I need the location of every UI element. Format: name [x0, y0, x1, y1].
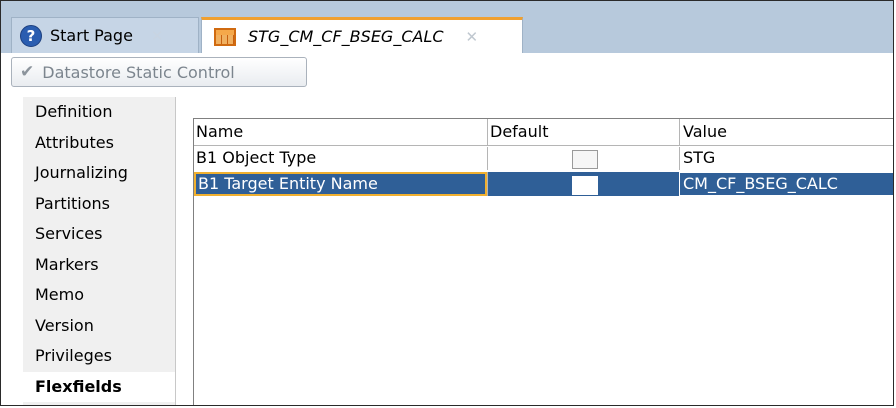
sidebar-item-markers[interactable]: Markers — [23, 250, 175, 281]
tab-label: Start Page — [50, 26, 133, 45]
tab-strip: ? Start Page ✕ STG_CM_CF_BSEG_CALC ✕ — [1, 1, 893, 54]
default-checkbox[interactable] — [572, 176, 598, 195]
help-icon: ? — [20, 24, 42, 47]
table-row-selected[interactable]: B1 Target Entity Name CM_CF_BSEG_CALC — [194, 172, 893, 196]
table-row[interactable]: B1 Object Type STG — [194, 147, 893, 170]
cell-default[interactable] — [487, 147, 679, 170]
default-checkbox[interactable] — [572, 150, 598, 169]
sidebar-item-definition[interactable]: Definition — [23, 97, 175, 128]
sidebar-item-memo[interactable]: Memo — [23, 280, 175, 311]
sidebar-item-flexfields[interactable]: Flexfields — [23, 371, 175, 402]
cell-name[interactable]: B1 Object Type — [194, 147, 487, 170]
flexfields-table: Name Default Value B1 Object Type STG B1… — [193, 118, 893, 405]
column-header-default[interactable]: Default — [487, 119, 679, 145]
button-label: Datastore Static Control — [42, 62, 235, 82]
sidebar-item-attributes[interactable]: Attributes — [23, 128, 175, 159]
tab-start-page[interactable]: ? Start Page ✕ — [11, 17, 199, 53]
table-header: Name Default Value — [194, 119, 893, 146]
datastore-static-control-button[interactable]: ✔ Datastore Static Control — [11, 57, 307, 87]
sidebar-nav: Definition Attributes Journalizing Parti… — [23, 97, 176, 405]
column-header-value[interactable]: Value — [679, 119, 893, 145]
column-header-name[interactable]: Name — [194, 119, 487, 145]
tab-label: STG_CM_CF_BSEG_CALC — [248, 27, 444, 46]
editor-window: ? Start Page ✕ STG_CM_CF_BSEG_CALC ✕ ✔ D… — [0, 0, 894, 406]
checkmark-icon: ✔ — [20, 62, 35, 82]
cell-name[interactable]: B1 Target Entity Name — [194, 172, 487, 196]
sidebar-item-services[interactable]: Services — [23, 219, 175, 250]
cell-value[interactable]: CM_CF_BSEG_CALC — [679, 172, 893, 196]
cell-default[interactable] — [487, 172, 679, 196]
sidebar-item-journalizing[interactable]: Journalizing — [23, 158, 175, 189]
sidebar-item-partitions[interactable]: Partitions — [23, 189, 175, 220]
sidebar-item-privileges[interactable]: Privileges — [23, 341, 175, 372]
cell-value[interactable]: STG — [679, 147, 893, 170]
tab-datastore[interactable]: STG_CM_CF_BSEG_CALC ✕ — [201, 17, 523, 53]
toolbar: ✔ Datastore Static Control — [1, 53, 893, 93]
sidebar-item-version[interactable]: Version — [23, 311, 175, 342]
table-icon — [214, 27, 236, 46]
close-icon[interactable]: ✕ — [466, 28, 479, 46]
close-icon[interactable]: ✕ — [151, 27, 164, 45]
